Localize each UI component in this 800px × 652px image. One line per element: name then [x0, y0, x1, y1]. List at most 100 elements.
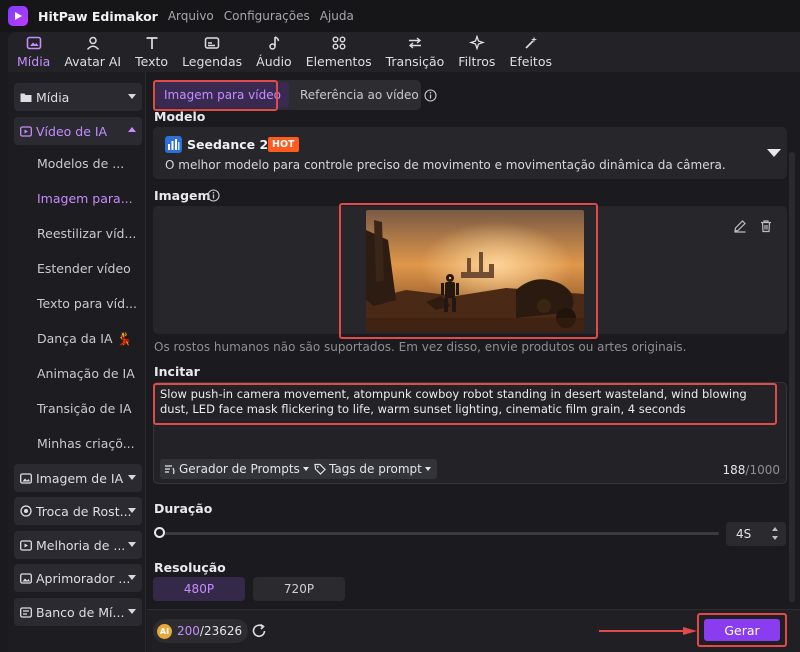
tool-legendas[interactable]: Legendas [182, 32, 242, 72]
sidebar-item-reestilizar[interactable]: Reestilizar víd... [37, 226, 136, 241]
tool-texto[interactable]: Texto [135, 32, 168, 72]
sidebar-item-texto-para-video[interactable]: Texto para víd... [37, 296, 137, 311]
tool-audio[interactable]: Áudio [256, 32, 292, 72]
sidebar-group-midia[interactable]: Mídia [14, 83, 142, 111]
tool-label: Transição [385, 54, 445, 69]
sidebar-group-imagem-ia[interactable]: Imagem de IA [14, 464, 142, 492]
tab-referencia-video[interactable]: Referência ao vídeo [292, 82, 445, 108]
sidebar-group-video-ia[interactable]: Vídeo de IA [14, 117, 142, 145]
chevron-down-icon[interactable] [767, 149, 781, 157]
chevron-down-icon [128, 475, 136, 480]
enhancer-icon [20, 572, 32, 584]
char-count: 188 [722, 463, 746, 477]
chevron-down-icon [128, 94, 136, 99]
tab-imagem-para-video[interactable]: Imagem para vídeo [156, 82, 289, 108]
prompt-tags-label: Tags de prompt [329, 462, 422, 476]
resolution-720p[interactable]: 720P [253, 577, 345, 601]
tool-filtros[interactable]: Filtros [458, 32, 495, 72]
sidebar-group-label: Aprimorador ... [36, 570, 131, 586]
stepper-down-icon[interactable] [772, 536, 778, 540]
sidebar-group-melhoria[interactable]: Melhoria de ... [14, 531, 142, 559]
chevron-up-icon [128, 127, 136, 132]
sidebar-group-label: Melhoria de ... [36, 537, 126, 553]
ai-image-icon [20, 472, 32, 484]
face-swap-icon [20, 505, 32, 517]
app-name: HitPaw Edimakor [38, 8, 158, 24]
audio-icon [266, 34, 282, 52]
tool-elementos[interactable]: Elementos [306, 32, 372, 72]
tool-efeitos[interactable]: Efeitos [509, 32, 552, 72]
tool-transicao[interactable]: Transição [385, 32, 445, 72]
sidebar: Mídia Vídeo de IA Modelos de ... Imagem … [8, 72, 146, 652]
coin-icon: AI [157, 623, 172, 639]
resolution-480p[interactable]: 480P [153, 577, 245, 601]
prompt-generator-label: Gerador de Prompts [179, 462, 300, 476]
tool-midia[interactable]: Mídia [17, 32, 50, 72]
main-panel: Imagem para vídeo Referência ao vídeo Mo… [147, 72, 800, 652]
sidebar-item-minhas-criacoes[interactable]: Minhas criaçõ... [37, 436, 135, 451]
enhance-icon [20, 539, 32, 551]
duration-section-label: Duração [154, 501, 213, 516]
sidebar-item-danca-ia[interactable]: Dança da IA 💃 [37, 331, 132, 347]
sidebar-item-imagem-para-video[interactable]: Imagem para... [37, 191, 133, 206]
uploaded-image [366, 210, 584, 332]
media-icon [26, 34, 42, 52]
edit-icon[interactable] [733, 219, 747, 233]
duration-stepper[interactable]: 4S [726, 522, 786, 546]
image-section-label: Imagem [154, 188, 211, 203]
duration-slider-track[interactable] [159, 532, 719, 535]
menu-arquivo[interactable]: Arquivo [168, 9, 214, 23]
title-bar: HitPaw Edimakor Arquivo Configurações Aj… [0, 0, 800, 32]
scrollbar[interactable] [789, 152, 795, 602]
sidebar-group-aprimorador[interactable]: Aprimorador ... [14, 564, 142, 592]
chevron-down-icon [128, 609, 136, 614]
annotation-arrow [599, 627, 697, 635]
tool-label: Texto [135, 54, 169, 69]
sidebar-item-transicao-ia[interactable]: Transição de IA [37, 401, 132, 416]
resolution-section-label: Resolução [154, 560, 226, 575]
menu-ajuda[interactable]: Ajuda [320, 9, 354, 23]
sidebar-item-estender[interactable]: Estender vídeo [37, 261, 131, 276]
prompt-generator-icon [165, 465, 175, 475]
info-icon[interactable] [424, 88, 437, 102]
sidebar-item-animacao[interactable]: Animação de IA [37, 366, 135, 381]
credits-used: 200 [177, 624, 200, 638]
transition-icon [407, 34, 423, 52]
tool-avatar-ai[interactable]: Avatar AI [64, 32, 121, 72]
sidebar-group-label: Troca de Rost... [36, 503, 132, 519]
chevron-down-icon [128, 542, 136, 547]
stepper-up-icon[interactable] [772, 527, 778, 531]
captions-icon [204, 34, 220, 52]
chevron-down-icon [424, 467, 431, 471]
model-selector[interactable]: Seedance 2.0 HOT O melhor modelo para co… [153, 127, 787, 179]
chevron-down-icon [302, 467, 309, 471]
duration-slider-knob[interactable] [154, 527, 165, 538]
tool-label: Elementos [305, 54, 372, 69]
avatar-icon [85, 34, 101, 52]
main-toolbar: Mídia Avatar AI Texto Legendas Áudio Ele… [8, 32, 800, 72]
info-icon[interactable] [207, 189, 220, 202]
prompt-area[interactable]: Slow push-in camera movement, atompunk c… [153, 382, 787, 484]
text-icon [144, 34, 160, 52]
elements-icon [331, 34, 347, 52]
tab-label: Referência ao vídeo [299, 88, 419, 102]
sidebar-group-troca-rosto[interactable]: Troca de Rost... [14, 497, 142, 525]
ai-video-icon [20, 125, 32, 137]
char-counter: 188/1000 [723, 463, 781, 477]
prompt-generator-button[interactable]: Gerador de Prompts [160, 459, 315, 479]
sidebar-group-label: Imagem de IA [36, 470, 124, 486]
trash-icon[interactable] [759, 219, 773, 233]
prompt-input[interactable]: Slow push-in camera movement, atompunk c… [160, 387, 772, 417]
generate-button[interactable]: Gerar [704, 619, 780, 641]
image-upload-area[interactable] [153, 206, 787, 334]
tool-label: Áudio [256, 54, 292, 69]
folder-icon [20, 91, 32, 103]
sidebar-group-banco-midia[interactable]: Banco de Mí... [14, 598, 142, 626]
hot-badge: HOT [268, 137, 299, 152]
prompt-tags-button[interactable]: Tags de prompt [310, 459, 437, 479]
tag-icon [314, 463, 326, 475]
tool-label: Efeitos [509, 54, 552, 69]
menu-configuracoes[interactable]: Configurações [224, 9, 310, 23]
refresh-icon[interactable] [250, 622, 268, 640]
sidebar-item-modelos[interactable]: Modelos de ... [37, 156, 124, 171]
